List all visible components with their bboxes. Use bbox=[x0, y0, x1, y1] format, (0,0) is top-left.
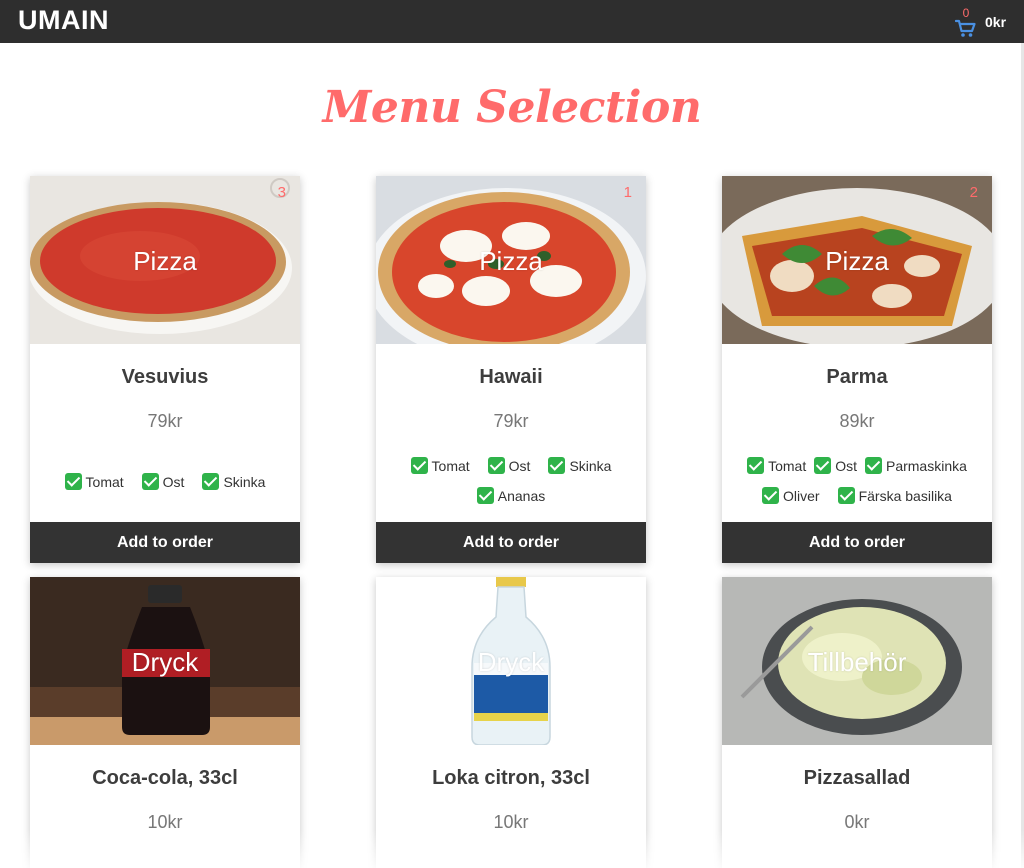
item-name: Coca-cola, 33cl bbox=[92, 767, 238, 789]
cart-count-badge: 0 bbox=[962, 6, 970, 20]
menu-card-coca-cola: Dryck Coca-cola, 33cl 10kr bbox=[30, 577, 300, 868]
item-name: Parma bbox=[826, 366, 888, 388]
check-box-icon bbox=[548, 457, 566, 474]
item-quantity-badge: 3 bbox=[277, 184, 286, 201]
ingredient-list: Tomat Ost Skinka bbox=[40, 467, 290, 497]
add-to-order-button[interactable]: Add to order bbox=[722, 522, 992, 563]
item-category-label: Dryck bbox=[131, 647, 199, 677]
item-price: 89kr bbox=[839, 411, 875, 431]
ingredient-item: Tomat bbox=[747, 451, 806, 481]
check-box-icon bbox=[487, 457, 505, 474]
item-price: 10kr bbox=[493, 812, 529, 832]
ingredient-item: Oliver bbox=[762, 481, 820, 511]
add-to-order-button[interactable]: Add to order bbox=[376, 522, 646, 563]
ingredient-item: Parmaskinka bbox=[864, 451, 967, 481]
menu-item-image: Tillbehör bbox=[722, 577, 992, 745]
check-box-icon bbox=[64, 473, 82, 490]
shopping-cart-icon bbox=[955, 19, 976, 37]
menu-card-parma: Pizza 2 Parma 89kr Tomat Ost Parmaskinka Ol… bbox=[722, 176, 992, 563]
item-price: 79kr bbox=[493, 411, 529, 431]
item-category-label: Pizza bbox=[825, 246, 889, 276]
page-title: Menu Selection bbox=[322, 82, 702, 133]
check-box-icon bbox=[202, 473, 220, 490]
item-name: Hawaii bbox=[479, 366, 543, 388]
check-box-icon bbox=[410, 457, 428, 474]
item-quantity-badge: 2 bbox=[969, 184, 978, 201]
check-box-icon bbox=[837, 487, 855, 504]
item-category-label: Pizza bbox=[133, 246, 197, 276]
ingredient-item: Tomat bbox=[64, 467, 124, 497]
item-name: Loka citron, 33cl bbox=[432, 767, 590, 789]
menu-item-image: Dryck bbox=[30, 577, 300, 745]
check-box-icon bbox=[476, 487, 494, 504]
menu-item-image: Pizza 2 bbox=[722, 176, 992, 344]
menu-item-image: Dryck bbox=[376, 577, 646, 745]
item-category-label: Tillbehör bbox=[807, 647, 907, 677]
ingredient-item: Skinka bbox=[548, 451, 611, 481]
item-category-label: Pizza bbox=[479, 246, 543, 276]
ingredient-item: Färska basilika bbox=[837, 481, 952, 511]
item-price: 10kr bbox=[147, 812, 183, 832]
check-box-icon bbox=[864, 457, 882, 474]
menu-card-hawaii: Pizza 1 Hawaii 79kr Tomat Ost Skinka Ananas… bbox=[376, 176, 646, 563]
ingredient-item: Ost bbox=[141, 467, 184, 497]
brand-logo[interactable]: UMAIN bbox=[18, 5, 109, 36]
ingredient-item: Ost bbox=[814, 451, 857, 481]
menu-item-image: Pizza 3 bbox=[30, 176, 300, 344]
check-box-icon bbox=[141, 473, 159, 490]
cart-total: 0kr bbox=[985, 14, 1007, 30]
menu-card-loka-citron: Dryck Loka citron, 33cl 10kr bbox=[376, 577, 646, 868]
check-box-icon bbox=[814, 457, 832, 474]
ingredient-item: Ananas bbox=[476, 481, 545, 511]
ingredient-list: Tomat Ost Parmaskinka Oliver Färska basilika bbox=[732, 451, 982, 511]
top-navigation-bar: UMAIN 0 0kr bbox=[0, 0, 1024, 43]
menu-card-vesuvius: Pizza 3 Vesuvius 79kr Tomat Ost Skinka Add… bbox=[30, 176, 300, 563]
item-name: Vesuvius bbox=[121, 366, 209, 388]
item-name: Pizzasallad bbox=[803, 767, 911, 789]
ingredient-item: Ost bbox=[487, 451, 530, 481]
item-price: 79kr bbox=[147, 411, 183, 431]
ingredient-item: Skinka bbox=[202, 467, 265, 497]
item-price: 0kr bbox=[844, 812, 870, 832]
check-box-icon bbox=[747, 457, 765, 474]
check-box-icon bbox=[762, 487, 780, 504]
ingredient-item: Tomat bbox=[410, 451, 470, 481]
menu-card-pizzasallad: Tillbehör Pizzasallad 0kr bbox=[722, 577, 992, 868]
ingredient-list: Tomat Ost Skinka Ananas bbox=[386, 451, 636, 511]
item-quantity-badge: 1 bbox=[623, 184, 632, 201]
cart-button[interactable]: 0 bbox=[955, 6, 979, 38]
menu-item-image: Pizza 1 bbox=[376, 176, 646, 344]
add-to-order-button[interactable]: Add to order bbox=[30, 522, 300, 563]
item-category-label: Dryck bbox=[477, 647, 545, 677]
